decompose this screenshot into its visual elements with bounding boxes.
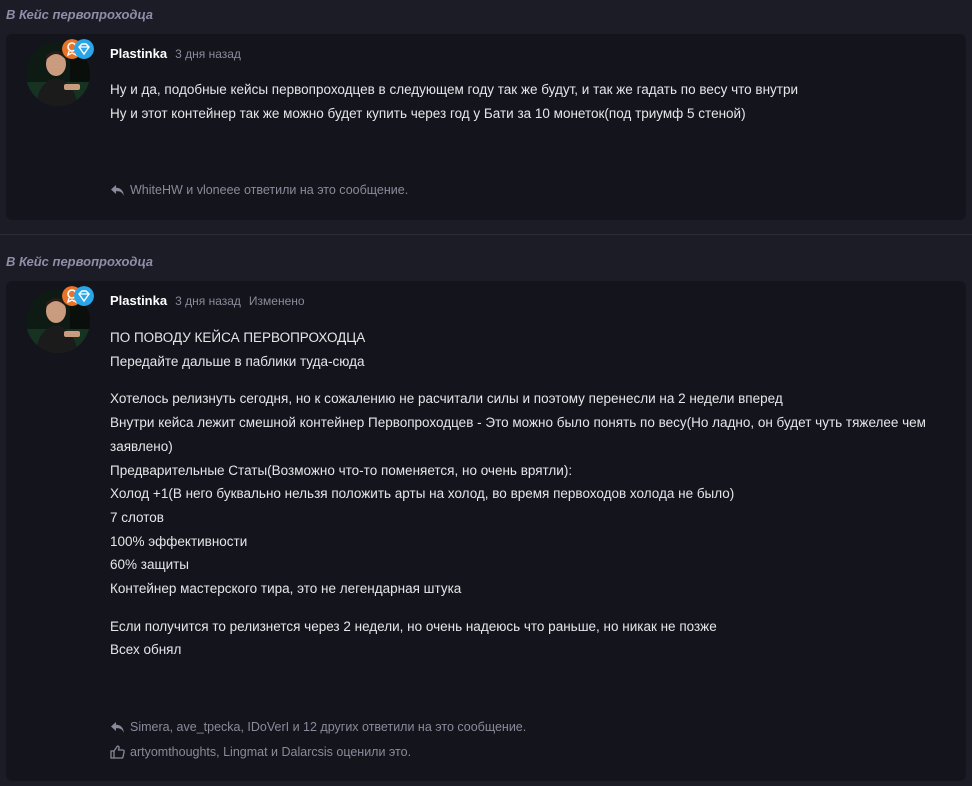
body-line: Ну и этот контейнер так же можно будет к… [110,105,746,121]
post-body: ПО ПОВОДУ КЕЙСА ПЕРВОПРОХОДЦА Передайте … [110,326,940,662]
post-separator [0,234,972,235]
body-line: Внутри кейса лежит смешной контейнер Пер… [110,415,926,454]
reactions-text[interactable]: artyomthoughts, Lingmat и Dalarcsis оцен… [130,745,411,759]
username[interactable]: Plastinka [110,46,167,61]
post-header: Plastinka 3 дня назад Изменено [110,293,305,309]
replies-text[interactable]: WhiteHW и vloneee ответили на это сообще… [130,183,408,197]
post-time[interactable]: 3 дня назад [175,47,241,61]
body-line: Передайте дальше в паблики туда-сюда [110,353,365,369]
body-line: 60% защиты [110,557,190,573]
username[interactable]: Plastinka [110,293,167,308]
body-line: ПО ПОВОДУ КЕЙСА ПЕРВОПРОХОДЦА [110,330,366,345]
body-line: Предварительные Статы(Возможно что-то по… [110,462,573,478]
reply-arrow-icon [111,184,124,196]
post-body: Ну и да, подобные кейсы первопроходцев в… [110,78,940,125]
reply-arrow-icon [111,721,124,733]
thumbs-up-icon [110,745,125,759]
reactions-summary[interactable]: artyomthoughts, Lingmat и Dalarcsis оцен… [110,743,411,761]
avatar-wrap [26,39,94,106]
thread-link[interactable]: В Кейс первопроходца [6,254,153,269]
body-line: Контейнер мастерского тира, это не леген… [110,581,462,597]
body-line: Холод +1(В него буквально нельзя положит… [110,486,735,502]
body-line: 7 слотов [110,509,164,525]
replies-text[interactable]: Simera, ave_tpecka, IDoVerI и 12 других … [130,720,526,734]
body-line: Хотелось релизнуть сегодня, но к сожален… [110,391,783,407]
diamond-badge-icon [74,39,94,59]
body-line: Всех обнял [110,642,182,658]
body-line: Ну и да, подобные кейсы первопроходцев в… [110,82,799,97]
replies-summary[interactable]: Simera, ave_tpecka, IDoVerI и 12 других … [110,718,526,736]
avatar-wrap [26,286,94,353]
post-header: Plastinka 3 дня назад [110,46,241,62]
body-line: 100% эффективности [110,533,248,549]
post-time[interactable]: 3 дня назад [175,294,241,308]
body-line: Если получится то релизнется через 2 нед… [110,618,717,634]
replies-summary[interactable]: WhiteHW и vloneee ответили на это сообще… [110,181,408,199]
diamond-badge-icon [74,286,94,306]
post-card: Plastinka 3 дня назад Изменено ПО ПОВОДУ К… [6,281,966,781]
edited-label[interactable]: Изменено [249,294,305,308]
thread-link[interactable]: В Кейс первопроходца [6,7,153,22]
post-card: Plastinka 3 дня назад Ну и да, подобные к… [6,34,966,220]
